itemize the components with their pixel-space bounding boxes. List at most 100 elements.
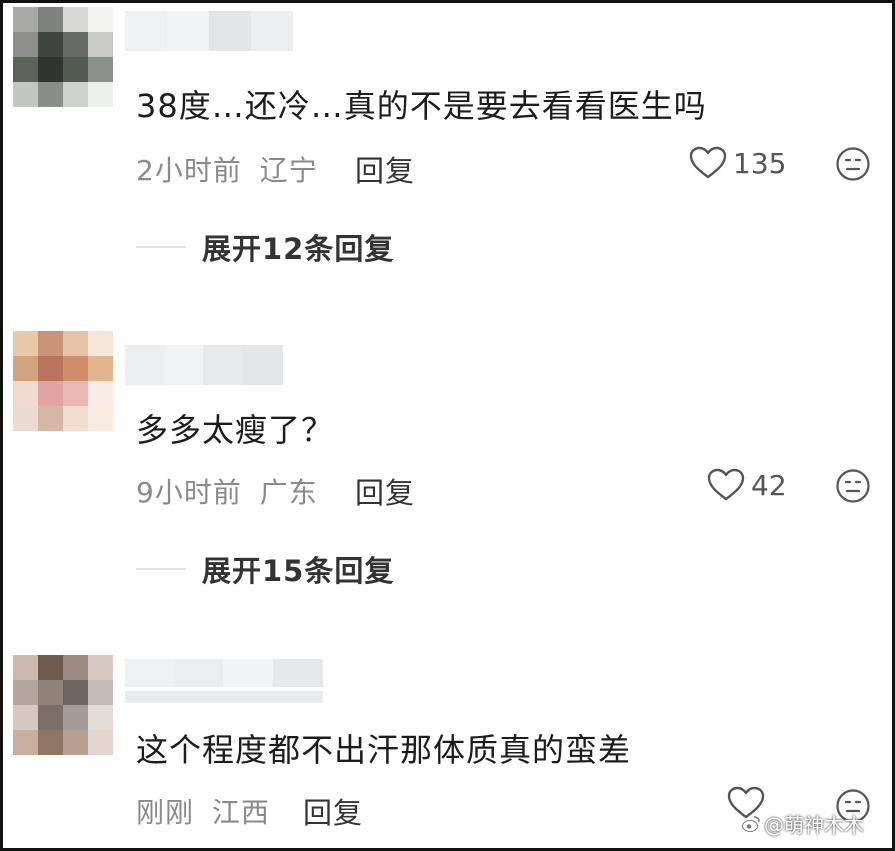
avatar-mosaic-cell [38,705,63,730]
comment-text: 这个程度都不出汗那体质真的蛮差 [136,731,632,769]
avatar-mosaic-cell [88,406,113,431]
avatar-mosaic-cell [88,381,113,406]
username-block [251,11,293,51]
comment-time: 2小时前 [136,154,242,187]
username-block [223,659,273,687]
expand-replies-button[interactable]: 展开12条回复 [136,227,394,267]
avatar-mosaic-cell [88,7,113,32]
avatar-mosaic-cell [38,381,63,406]
username-block [175,659,223,687]
username-redacted[interactable] [125,659,323,687]
comment-time: 9小时前 [136,476,242,509]
avatar-mosaic-cell [13,655,38,680]
avatar-mosaic-cell [63,406,88,431]
expand-replies-button[interactable]: 展开15条回复 [136,549,394,589]
username-block [243,345,283,385]
avatar-mosaic-cell [88,356,113,381]
like-count: 135 [733,146,787,180]
comment-meta: 9小时前 广东 [136,471,318,511]
avatar-mosaic-cell [88,730,113,755]
comment-text: 38度…还冷…真的不是要去看看医生吗 [136,87,707,125]
weibo-logo-icon [742,815,760,832]
comment-time: 刚刚 [136,796,195,829]
username-redacted[interactable] [125,345,283,385]
avatar-mosaic-cell [88,331,113,356]
avatar-mosaic-cell [38,680,63,705]
watermark: @萌神木木 [741,809,864,838]
avatar-mosaic-cell [63,356,88,381]
avatar-mosaic-cell [88,57,113,82]
like-count: 42 [751,468,787,502]
avatar-mosaic-cell [13,381,38,406]
neutral-face-icon[interactable] [835,468,871,504]
comment-meta: 刚刚 江西 [136,791,270,831]
username-block [209,11,251,51]
username-block [203,345,243,385]
avatar[interactable] [13,7,113,107]
username-block [125,345,165,385]
username-redacted-sub [125,691,323,703]
avatar-mosaic-cell [13,705,38,730]
comment-location: 江西 [211,796,270,829]
avatar-mosaic-cell [38,82,63,107]
comment-text: 多多太瘦了？ [136,411,335,449]
avatar-mosaic-cell [63,57,88,82]
avatar-mosaic-cell [13,82,38,107]
avatar-mosaic-cell [63,381,88,406]
avatar[interactable] [13,655,113,755]
avatar-mosaic-cell [13,57,38,82]
like-button[interactable]: 135 [689,143,786,183]
username-block [125,11,167,51]
avatar[interactable] [13,331,113,431]
divider [136,246,186,248]
comment-list: 38度…还冷…真的不是要去看看医生吗 2小时前 辽宁 回复 135 展开12条回… [0,0,895,851]
watermark-text: @萌神木木 [764,813,864,837]
avatar-mosaic-cell [63,331,88,356]
avatar-mosaic-cell [38,406,63,431]
username-block [125,659,175,687]
username-block [167,11,209,51]
heart-outline-icon [689,146,727,179]
avatar-mosaic-cell [88,705,113,730]
avatar-mosaic-cell [13,7,38,32]
avatar-mosaic-cell [13,356,38,381]
avatar-mosaic-cell [63,82,88,107]
reply-button[interactable]: 回复 [355,470,415,512]
reply-button[interactable]: 回复 [303,790,363,832]
divider [136,568,186,570]
avatar-mosaic-cell [13,32,38,57]
like-button[interactable]: 42 [707,465,787,505]
reply-button[interactable]: 回复 [355,148,415,190]
avatar-mosaic-cell [38,32,63,57]
avatar-mosaic-cell [63,680,88,705]
comment-location: 辽宁 [259,154,318,187]
avatar-mosaic-cell [63,705,88,730]
avatar-mosaic-cell [38,57,63,82]
avatar-mosaic-cell [63,7,88,32]
username-block [273,659,323,687]
avatar-mosaic-cell [13,331,38,356]
expand-replies-label: 展开15条回复 [202,554,395,588]
expand-replies-label: 展开12条回复 [202,232,395,266]
neutral-face-icon[interactable] [835,146,871,182]
avatar-mosaic-cell [88,680,113,705]
avatar-mosaic-cell [13,680,38,705]
username-block [165,345,203,385]
avatar-mosaic-cell [13,730,38,755]
avatar-mosaic-cell [38,356,63,381]
avatar-mosaic-cell [63,655,88,680]
comment-meta: 2小时前 辽宁 [136,149,318,189]
username-redacted[interactable] [125,11,293,51]
avatar-mosaic-cell [88,82,113,107]
comment-location: 广东 [259,476,318,509]
avatar-mosaic-cell [63,730,88,755]
avatar-mosaic-cell [88,32,113,57]
avatar-mosaic-cell [63,32,88,57]
avatar-mosaic-cell [88,655,113,680]
avatar-mosaic-cell [38,730,63,755]
heart-outline-icon [707,468,745,501]
avatar-mosaic-cell [38,7,63,32]
avatar-mosaic-cell [38,331,63,356]
avatar-mosaic-cell [38,655,63,680]
avatar-mosaic-cell [13,406,38,431]
